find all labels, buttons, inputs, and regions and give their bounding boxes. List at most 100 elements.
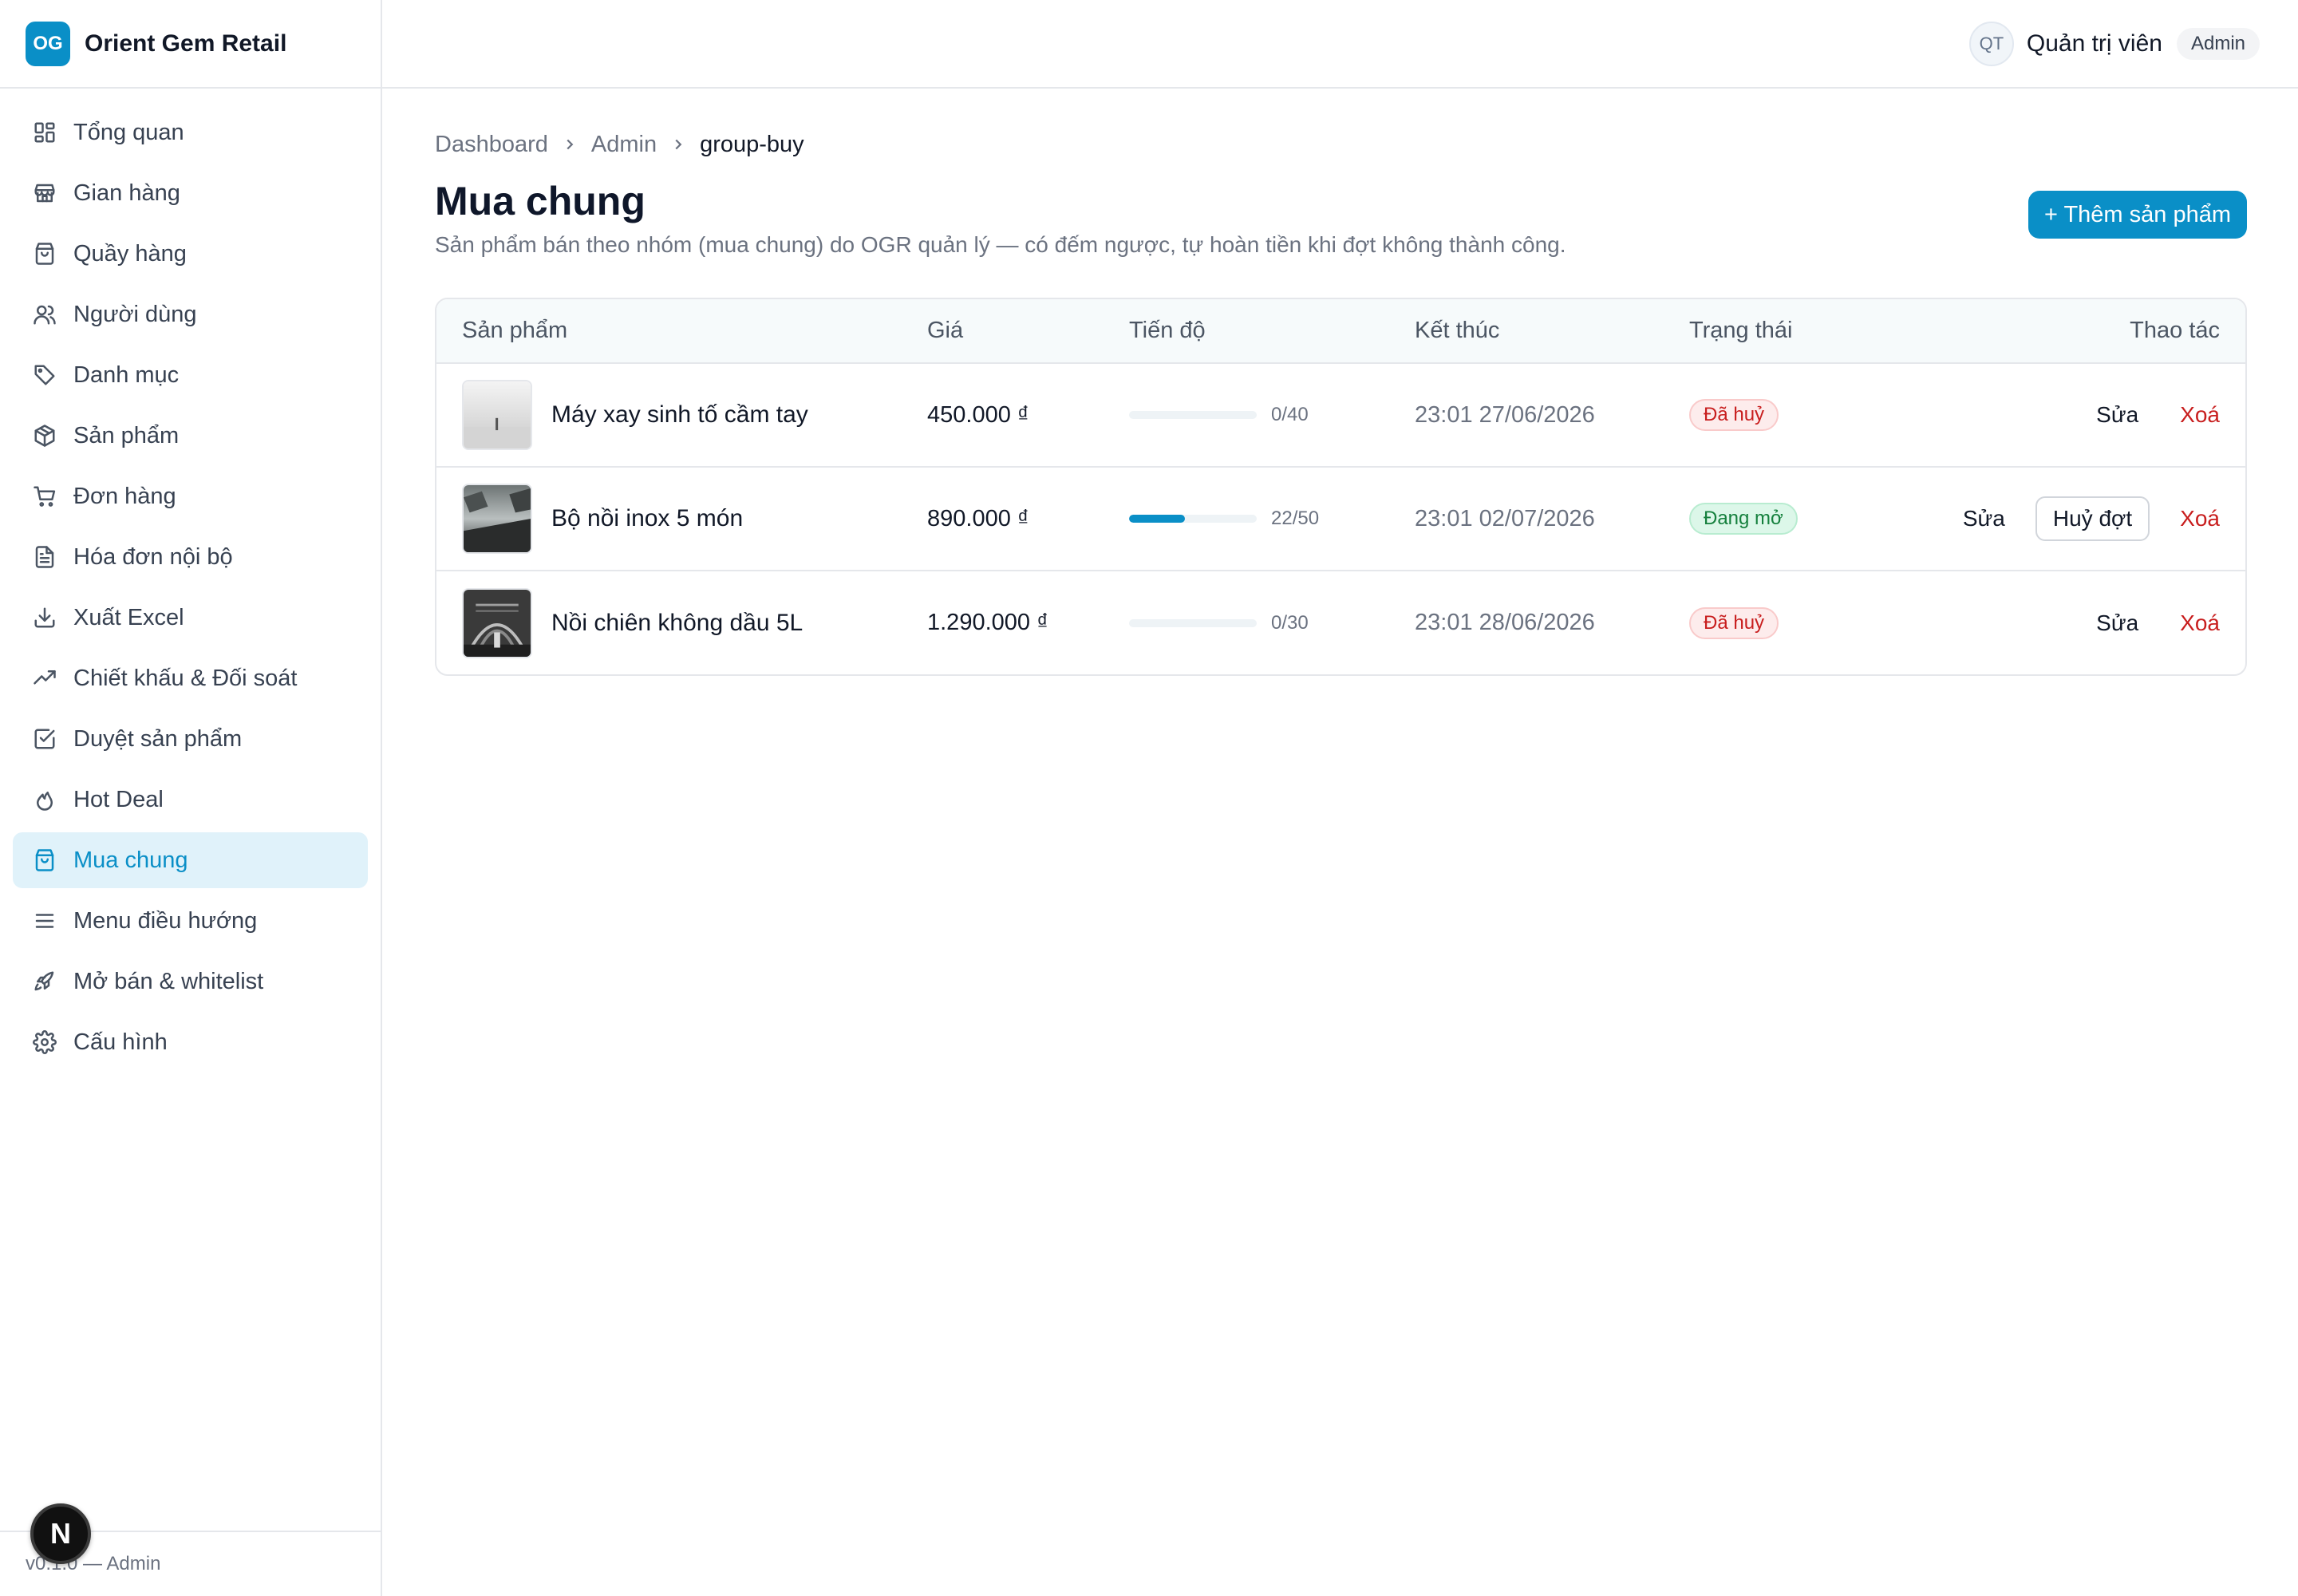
user-name: Quản trị viên [2026, 30, 2162, 57]
brand[interactable]: OG Orient Gem Retail [0, 0, 381, 89]
progress-bar [1129, 411, 1257, 419]
cell-actions: Sửa Xoá [1847, 571, 2245, 674]
sidebar-item-dashboard[interactable]: Tổng quan [13, 105, 368, 160]
download-icon [32, 605, 57, 630]
delete-button[interactable]: Xoá [2180, 610, 2220, 636]
product-name: Máy xay sinh tố cầm tay [551, 401, 808, 428]
row-actions: Sửa Xoá [1873, 610, 2220, 636]
sidebar-item-label: Sản phẩm [73, 422, 180, 448]
cell-end: 23:01 02/07/2026 [1389, 467, 1664, 571]
cell-status: Đã huỷ [1664, 571, 1847, 674]
sidebar-item-label: Xuất Excel [73, 604, 184, 630]
shopping-bag-icon [32, 847, 57, 873]
sidebar-item-cart[interactable]: Đơn hàng [13, 468, 368, 524]
sidebar-item-label: Danh mục [73, 361, 180, 388]
row-actions: Sửa Xoá [1873, 402, 2220, 428]
sidebar-item-rocket[interactable]: Mở bán & whitelist [13, 954, 368, 1009]
cell-progress: 0/30 [1104, 571, 1389, 674]
sidebar-item-package[interactable]: Sản phẩm [13, 408, 368, 464]
table-row: Nồi chiên không dầu 5L 1.290.000 ₫ 0/30 23:… [436, 571, 2245, 674]
cell-status: Đang mở [1664, 467, 1847, 571]
page-title: Mua chung [435, 179, 646, 223]
product-info: Máy xay sinh tố cầm tay [462, 380, 876, 450]
progress-text: 22/50 [1271, 508, 1320, 529]
sidebar-item-check-square[interactable]: Duyệt sản phẩm [13, 711, 368, 767]
sidebar-item-label: Hóa đơn nội bộ [73, 543, 233, 570]
sidebar-nav: Tổng quan Gian hàng Quầy hàng Người dùng Dan… [0, 89, 381, 1070]
sidebar-item-trending[interactable]: Chiết khấu & Đối soát [13, 650, 368, 706]
sidebar-item-store[interactable]: Gian hàng [13, 165, 368, 221]
menu-icon [32, 908, 57, 934]
sidebar-item-bag[interactable]: Quầy hàng [13, 226, 368, 282]
gear-icon [32, 1029, 57, 1055]
progress-text: 0/30 [1271, 611, 1309, 634]
progress-bar [1129, 515, 1257, 523]
next-dev-badge[interactable]: N [30, 1503, 91, 1564]
sidebar-item-label: Gian hàng [73, 180, 180, 206]
cell-progress: 0/40 [1104, 363, 1389, 467]
delete-button[interactable]: Xoá [2180, 402, 2220, 428]
sidebar-item-label: Menu điều hướng [73, 907, 258, 934]
breadcrumb: Dashboard Admin group-buy [435, 128, 2247, 160]
progress: 0/30 [1129, 612, 1364, 634]
package-icon [32, 423, 57, 448]
sidebar-item-tag[interactable]: Danh mục [13, 347, 368, 403]
sidebar-item-download[interactable]: Xuất Excel [13, 590, 368, 646]
check-square-icon [32, 726, 57, 752]
file-icon [32, 544, 57, 570]
progress: 0/40 [1129, 404, 1364, 426]
cell-product: Bộ nồi inox 5 món [436, 467, 902, 571]
breadcrumb-dashboard[interactable]: Dashboard [435, 132, 548, 158]
delete-button[interactable]: Xoá [2180, 506, 2220, 531]
sidebar-item-label: Quầy hàng [73, 240, 187, 267]
title-row: Mua chung Sản phẩm bán theo nhóm (mua ch… [435, 176, 2247, 258]
cart-icon [32, 484, 57, 509]
progress-text: 0/40 [1271, 404, 1309, 425]
col-header-status: Trạng thái [1689, 318, 1793, 343]
cell-end: 23:01 28/06/2026 [1389, 571, 1664, 674]
product-thumbnail [462, 484, 532, 554]
sidebar-item-flame[interactable]: Hot Deal [13, 772, 368, 828]
table-header-row: Sản phẩm Giá Tiến độ Kết thúc Trạng thái… [436, 299, 2245, 363]
edit-button[interactable]: Sửa [2085, 402, 2150, 428]
sidebar-item-gear[interactable]: Cấu hình [13, 1014, 368, 1070]
col-header-price: Giá [927, 318, 964, 343]
role-badge: Admin [2176, 27, 2260, 60]
sidebar-item-shopping-bag[interactable]: Mua chung [13, 832, 368, 888]
breadcrumb-admin[interactable]: Admin [591, 132, 657, 158]
cell-actions: Sửa Xoá [1847, 363, 2245, 467]
progress-bar [1129, 618, 1257, 627]
edit-button[interactable]: Sửa [2085, 610, 2150, 636]
bag-icon [32, 241, 57, 267]
sidebar-item-label: Cấu hình [73, 1029, 168, 1055]
sidebar-item-users[interactable]: Người dùng [13, 286, 368, 342]
cancel-batch-button[interactable]: Huỷ đợt [2035, 496, 2150, 541]
cell-status: Đã huỷ [1664, 363, 1847, 467]
store-icon [32, 180, 57, 206]
sidebar-item-label: Duyệt sản phẩm [73, 725, 243, 752]
chevron-right-icon [561, 136, 578, 153]
sidebar: OG Orient Gem Retail Tổng quan Gian hàng Q… [0, 0, 382, 1596]
product-info: Nồi chiên không dầu 5L [462, 587, 876, 658]
status-badge: Đã huỷ [1689, 606, 1779, 639]
tag-icon [32, 362, 57, 388]
col-header-product: Sản phẩm [462, 318, 568, 343]
status-badge: Đang mở [1689, 503, 1798, 535]
sidebar-item-menu[interactable]: Menu điều hướng [13, 893, 368, 949]
page-subtitle: Sản phẩm bán theo nhóm (mua chung) do OG… [435, 232, 1566, 257]
avatar[interactable]: QT [1968, 21, 2014, 66]
edit-button[interactable]: Sửa [1952, 506, 2016, 531]
group-buy-table: Sản phẩm Giá Tiến độ Kết thúc Trạng thái… [435, 298, 2247, 676]
product-price: 1.290.000 ₫ [927, 610, 1048, 635]
sidebar-item-file[interactable]: Hóa đơn nội bộ [13, 529, 368, 585]
progress-bar-fill [1129, 515, 1186, 523]
users-icon [32, 302, 57, 327]
sidebar-item-label: Tổng quan [73, 119, 184, 145]
rocket-icon [32, 969, 57, 994]
brand-logo: OG [26, 21, 70, 66]
col-header-end: Kết thúc [1415, 318, 1500, 343]
end-time: 23:01 27/06/2026 [1415, 401, 1595, 428]
sidebar-item-label: Người dùng [73, 301, 197, 327]
add-product-button[interactable]: + Thêm sản phẩm [2028, 191, 2247, 239]
sidebar-item-label: Mở bán & whitelist [73, 968, 264, 994]
